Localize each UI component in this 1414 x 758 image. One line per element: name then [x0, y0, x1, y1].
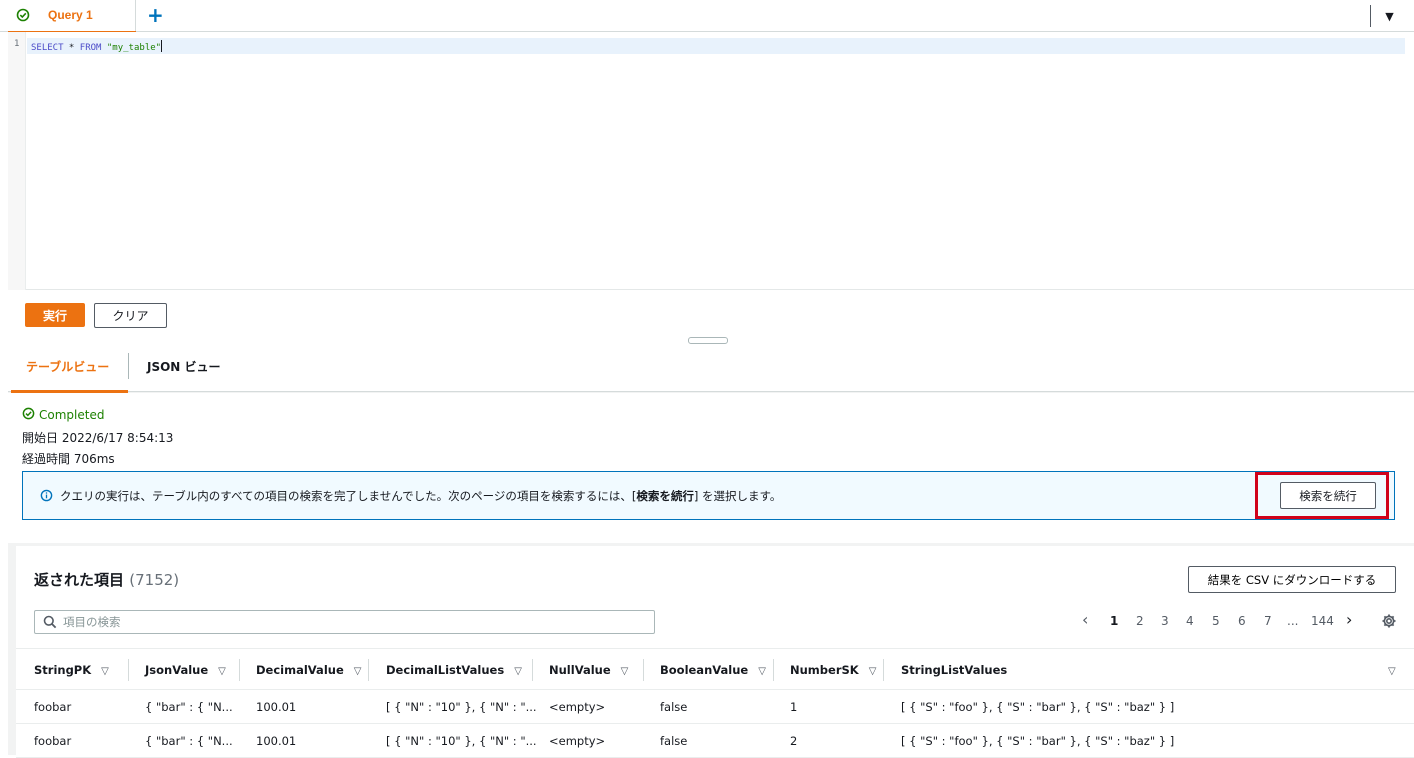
column-header[interactable]: JsonValue ▽: [145, 663, 226, 677]
page-7[interactable]: 7: [1264, 614, 1272, 628]
info-text-before: クエリの実行は、テーブル内のすべての項目の検索を完了しませんでした。次のページの…: [60, 489, 637, 503]
table-row[interactable]: foobar { "bar" : { "N... 100.01 [ { "N" …: [16, 690, 1414, 724]
table-cell: foobar: [34, 700, 72, 714]
table-cell: [ { "N" : "10" }, { "N" : "...: [386, 700, 537, 714]
sort-caret-icon: ▽: [620, 666, 629, 677]
table-cell: { "bar" : { "N...: [145, 700, 233, 714]
sql-table-name: "my_table": [101, 43, 162, 53]
column-divider[interactable]: [532, 659, 533, 681]
download-csv-button[interactable]: 結果を CSV にダウンロードする: [1188, 566, 1396, 593]
returned-items-title: 返された項目: [34, 571, 125, 589]
sort-caret-icon: ▽: [868, 666, 877, 677]
page-4[interactable]: 4: [1186, 614, 1194, 628]
add-query-tab-button[interactable]: +: [147, 4, 164, 26]
column-header[interactable]: BooleanValue ▽: [660, 663, 766, 677]
column-header[interactable]: NullValue ▽: [549, 663, 628, 677]
sort-caret-icon: ▽: [758, 666, 766, 677]
table-cell: <empty>: [549, 700, 606, 714]
result-view-tabs: テーブルビュー JSON ビュー: [8, 341, 1414, 393]
column-divider[interactable]: [883, 659, 884, 681]
returned-items-heading: 返された項目 (7152): [34, 569, 179, 590]
table-cell: [ { "S" : "foo" }, { "S" : "bar" }, { "S…: [901, 700, 1175, 714]
query-status-area: Completed 開始日 2022/6/17 8:54:13 経過時間 706…: [8, 393, 1414, 543]
results-panel: テーブルビュー JSON ビュー Completed 開始日 2022/6/17…: [8, 341, 1414, 758]
active-line-highlight: [27, 38, 1405, 54]
table-cell: [ { "S" : "foo" }, { "S" : "bar" }, { "S…: [901, 734, 1175, 748]
column-divider[interactable]: [643, 659, 644, 681]
returned-items-count: (7152): [129, 571, 180, 589]
info-message: クエリの実行は、テーブル内のすべての項目の検索を完了しませんでした。次のページの…: [60, 488, 781, 504]
sort-caret-icon: ▽: [353, 666, 362, 677]
page-last[interactable]: 144: [1311, 614, 1334, 628]
item-search[interactable]: [34, 610, 655, 634]
success-check-icon: [16, 8, 30, 26]
elapsed-time: 経過時間 706ms: [22, 452, 115, 466]
sort-caret-icon: ▽: [218, 666, 226, 677]
sql-star: *: [63, 43, 80, 53]
status-text: Completed: [39, 408, 105, 422]
search-input[interactable]: [63, 613, 643, 631]
sort-caret-icon[interactable]: ▽: [1388, 663, 1396, 677]
table-row[interactable]: foobar { "bar" : { "N... 100.01 [ { "N" …: [16, 724, 1414, 758]
tab-menu-dropdown[interactable]: ▼: [1370, 5, 1408, 27]
sql-select-keyword: SELECT: [31, 43, 64, 53]
table-cell: 1: [790, 700, 798, 714]
page-3[interactable]: 3: [1161, 614, 1169, 628]
table-cell: 100.01: [256, 700, 297, 714]
table-cell: false: [660, 700, 688, 714]
table-cell: false: [660, 734, 688, 748]
info-text-bold: 検索を続行: [636, 489, 694, 503]
query-tab[interactable]: Query 1: [8, 0, 136, 33]
table-cell: 2: [790, 734, 798, 748]
tab-divider: [128, 353, 129, 379]
editor-gutter: 1: [8, 32, 26, 290]
column-divider[interactable]: [239, 659, 240, 681]
gear-icon[interactable]: [1381, 613, 1397, 633]
column-header[interactable]: DecimalListValues ▽: [386, 663, 522, 677]
sort-caret-icon: ▽: [101, 666, 109, 677]
info-alert: クエリの実行は、テーブル内のすべての項目の検索を完了しませんでした。次のページの…: [22, 471, 1395, 520]
table-cell: foobar: [34, 734, 72, 748]
table-cell: <empty>: [549, 734, 606, 748]
sql-editor[interactable]: 1 SELECT * FROM "my_table": [8, 32, 1414, 290]
column-divider[interactable]: [368, 659, 369, 681]
query-tab-bar: Query 1 + ▼: [0, 0, 1414, 33]
tab-json-view[interactable]: JSON ビュー: [147, 358, 221, 375]
table-cell: 100.01: [256, 734, 297, 748]
prev-page-button[interactable]: ‹: [1082, 610, 1088, 629]
continue-search-button[interactable]: 検索を続行: [1280, 482, 1376, 509]
info-icon: [40, 489, 53, 506]
clear-button[interactable]: クリア: [94, 303, 167, 328]
page-5[interactable]: 5: [1212, 614, 1220, 628]
column-header[interactable]: NumberSK ▽: [790, 663, 876, 677]
info-text-after: ] を選択します。: [693, 489, 782, 503]
page-2[interactable]: 2: [1136, 614, 1144, 628]
page-1[interactable]: 1: [1110, 614, 1118, 628]
success-check-icon: [22, 407, 35, 423]
text-cursor: [161, 40, 163, 52]
line-number: 1: [14, 39, 20, 49]
search-icon: [43, 615, 57, 633]
sort-caret-icon: ▽: [514, 666, 522, 677]
table-cell: { "bar" : { "N...: [145, 734, 233, 748]
start-time: 開始日 2022/6/17 8:54:13: [22, 431, 174, 445]
run-button[interactable]: 実行: [25, 303, 85, 327]
status-completed: Completed: [22, 407, 104, 423]
returned-items-panel: 返された項目 (7152) 結果を CSV にダウンロードする ‹ 1 2 3 …: [16, 546, 1414, 758]
page-6[interactable]: 6: [1238, 614, 1246, 628]
sql-code[interactable]: SELECT * FROM "my_table": [31, 40, 163, 53]
next-page-button[interactable]: ›: [1346, 610, 1352, 629]
column-header[interactable]: StringListValues: [901, 663, 1007, 677]
resize-handle[interactable]: [688, 337, 728, 344]
column-divider[interactable]: [128, 659, 129, 681]
sql-from-keyword: FROM: [79, 43, 102, 53]
query-tab-label: Query 1: [48, 8, 93, 22]
tab-table-view[interactable]: テーブルビュー: [26, 358, 109, 375]
table-header: StringPK ▽ JsonValue ▽ DecimalValue ▽ Decim…: [16, 648, 1414, 690]
column-header[interactable]: StringPK ▽: [34, 663, 109, 677]
column-divider[interactable]: [773, 659, 774, 681]
table-cell: [ { "N" : "10" }, { "N" : "...: [386, 734, 537, 748]
page-ellipsis: ...: [1287, 614, 1299, 628]
column-header[interactable]: DecimalValue ▽: [256, 663, 361, 677]
